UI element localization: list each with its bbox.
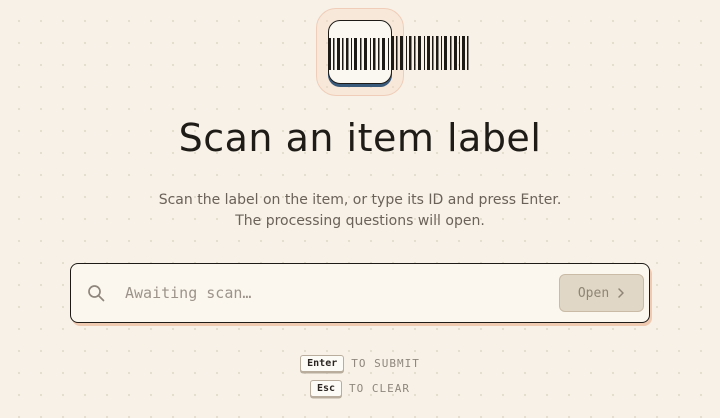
search-icon (88, 285, 105, 302)
hint-clear: Esc TO CLEAR (0, 380, 720, 397)
hint-submit-text: TO SUBMIT (351, 357, 420, 370)
barcode-scanner-icon (328, 36, 469, 70)
page-subtitle: Scan the label on the item, or type its … (158, 192, 562, 229)
scan-field-container[interactable]: Open (70, 263, 650, 323)
kbd-esc: Esc (309, 380, 343, 397)
open-button[interactable]: Open (559, 274, 644, 312)
hint-submit: Enter TO SUBMIT (0, 355, 720, 372)
kbd-enter: Enter (300, 355, 345, 372)
open-button-label: Open (577, 285, 610, 301)
barcode-scanner-logo (316, 8, 469, 96)
chevron-right-icon (618, 288, 624, 298)
hint-clear-text: TO CLEAR (349, 382, 411, 395)
page-title: Scan an item label (178, 116, 542, 160)
scan-input[interactable] (125, 278, 545, 308)
